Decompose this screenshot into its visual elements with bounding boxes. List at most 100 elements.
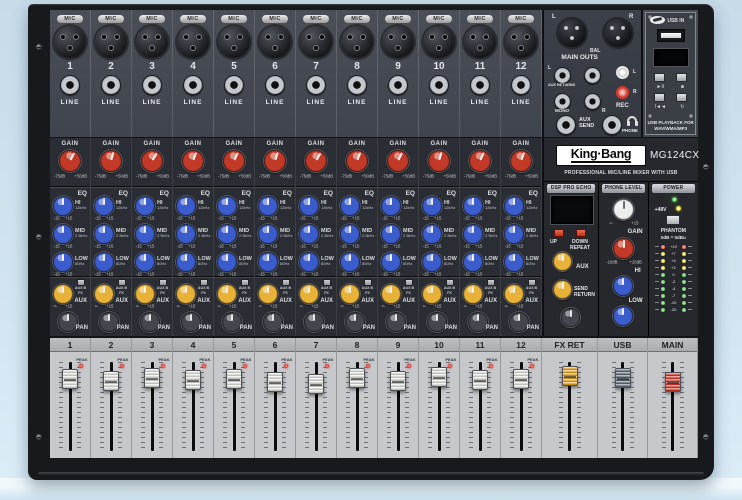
eq-mid-knob[interactable] [340, 224, 360, 244]
aux-knob[interactable] [381, 284, 401, 304]
fader-cap[interactable] [226, 369, 242, 389]
aux-knob[interactable] [463, 284, 483, 304]
fader-cap[interactable] [472, 370, 488, 390]
fader-cap[interactable] [62, 369, 78, 389]
eq-low-knob[interactable] [53, 252, 73, 272]
eq-low-knob[interactable] [258, 252, 278, 272]
eq-mid-knob[interactable] [504, 224, 524, 244]
fader-cap[interactable] [615, 368, 631, 388]
eq-low-knob[interactable] [504, 252, 524, 272]
gain-knob[interactable] [98, 148, 125, 175]
aux-knob[interactable] [176, 284, 196, 304]
gain-knob[interactable] [343, 147, 372, 176]
aux-b-fx-switch[interactable] [364, 279, 372, 286]
aux-knob[interactable] [53, 284, 73, 304]
usb-previous-button[interactable] [654, 93, 665, 102]
gain-knob[interactable] [383, 146, 412, 175]
eq-hi-knob[interactable] [463, 196, 483, 216]
gain-knob[interactable] [465, 146, 494, 175]
gain-knob[interactable] [261, 147, 289, 175]
eq-low-knob[interactable] [463, 252, 483, 272]
fader-cap[interactable] [185, 370, 201, 390]
eq-low-knob[interactable] [340, 252, 360, 272]
dsp-up-button[interactable] [554, 229, 564, 237]
gain-knob[interactable] [55, 146, 85, 176]
usb-low-knob[interactable] [613, 306, 633, 326]
aux-b-fx-switch[interactable] [282, 279, 290, 286]
eq-hi-knob[interactable] [135, 196, 155, 216]
phone-level-knob[interactable] [613, 199, 634, 220]
eq-low-knob[interactable] [176, 252, 196, 272]
aux-knob[interactable] [299, 284, 319, 304]
eq-low-knob[interactable] [135, 252, 155, 272]
fader-cap[interactable] [103, 371, 119, 391]
usb-hi-knob[interactable] [613, 276, 633, 296]
fx-aux-knob[interactable] [553, 252, 572, 271]
aux-knob[interactable] [217, 284, 237, 304]
fx-send-return-knob[interactable] [553, 280, 572, 299]
eq-hi-knob[interactable] [53, 196, 73, 216]
fader-cap[interactable] [308, 374, 324, 394]
fader-cap[interactable] [562, 366, 578, 386]
eq-mid-knob[interactable] [135, 224, 155, 244]
aux-b-fx-switch[interactable] [200, 279, 208, 286]
aux-knob[interactable] [340, 284, 360, 304]
aux-b-fx-switch[interactable] [487, 279, 495, 286]
aux-b-fx-switch[interactable] [159, 279, 167, 286]
eq-mid-knob[interactable] [299, 224, 319, 244]
usb-stop-button[interactable] [676, 73, 687, 82]
fader-cap[interactable] [349, 368, 365, 388]
eq-low-knob[interactable] [94, 252, 114, 272]
eq-low-knob[interactable] [299, 252, 319, 272]
eq-hi-knob[interactable] [217, 196, 237, 216]
eq-mid-knob[interactable] [258, 224, 278, 244]
fader-cap[interactable] [390, 371, 406, 391]
phantom-switch[interactable] [666, 215, 680, 225]
gain-knob[interactable] [219, 146, 248, 175]
eq-mid-knob[interactable] [53, 224, 73, 244]
aux-b-fx-switch[interactable] [446, 279, 454, 286]
eq-hi-knob[interactable] [258, 196, 278, 216]
eq-hi-knob[interactable] [422, 196, 442, 216]
aux-b-fx-switch[interactable] [241, 279, 249, 286]
usb-repeat-button[interactable] [676, 93, 687, 102]
eq-low-knob[interactable] [422, 252, 442, 272]
eq-low-knob[interactable] [217, 252, 237, 272]
usb-play-pause-button[interactable] [654, 73, 665, 82]
fader-cap[interactable] [513, 369, 529, 389]
fx-balance-knob[interactable] [561, 308, 580, 327]
aux-knob[interactable] [422, 284, 442, 304]
gain-knob[interactable] [137, 146, 167, 176]
eq-mid-knob[interactable] [94, 224, 114, 244]
aux-b-fx-switch[interactable] [77, 279, 85, 286]
aux-b-fx-switch[interactable] [528, 279, 536, 286]
gain-knob[interactable] [179, 147, 207, 175]
aux-b-fx-switch[interactable] [323, 279, 331, 286]
eq-mid-knob[interactable] [176, 224, 196, 244]
dsp-down-button[interactable] [576, 229, 586, 237]
fader-cap[interactable] [144, 368, 160, 388]
gain-knob[interactable] [425, 147, 452, 174]
gain-knob[interactable] [507, 147, 535, 175]
fader-cap[interactable] [267, 372, 283, 392]
usb-gain-knob[interactable] [613, 238, 634, 259]
aux-knob[interactable] [258, 284, 278, 304]
aux-knob[interactable] [135, 284, 155, 304]
fader-cap[interactable] [431, 367, 447, 387]
aux-b-fx-switch[interactable] [118, 279, 126, 286]
eq-hi-knob[interactable] [504, 196, 524, 216]
eq-low-knob[interactable] [381, 252, 401, 272]
eq-mid-knob[interactable] [381, 224, 401, 244]
aux-b-fx-switch[interactable] [405, 279, 413, 286]
eq-mid-knob[interactable] [422, 224, 442, 244]
eq-mid-knob[interactable] [463, 224, 483, 244]
aux-knob[interactable] [94, 284, 114, 304]
eq-hi-knob[interactable] [94, 196, 114, 216]
fader-cap[interactable] [665, 372, 681, 392]
eq-hi-knob[interactable] [340, 196, 360, 216]
gain-knob[interactable] [301, 146, 331, 176]
aux-knob[interactable] [504, 284, 524, 304]
eq-hi-knob[interactable] [381, 196, 401, 216]
eq-mid-knob[interactable] [217, 224, 237, 244]
eq-hi-knob[interactable] [176, 196, 196, 216]
